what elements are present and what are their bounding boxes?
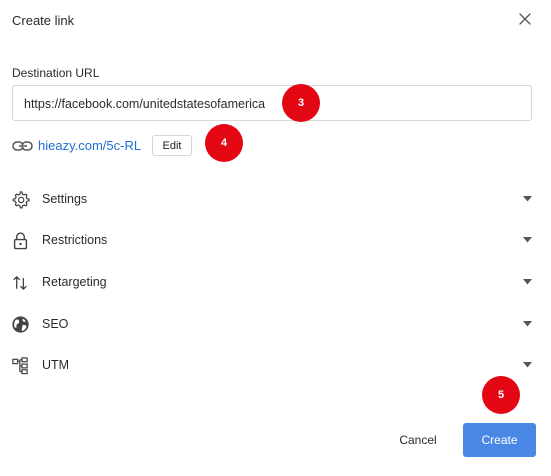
- arrows-up-down-icon: [13, 276, 27, 290]
- section-label-utm: UTM: [42, 358, 70, 372]
- section-label-settings: Settings: [42, 192, 88, 206]
- section-retargeting[interactable]: Retargeting: [0, 262, 551, 302]
- cancel-button[interactable]: Cancel: [388, 424, 448, 456]
- step-marker-4: 4: [205, 124, 243, 162]
- lock-icon: [13, 232, 28, 250]
- chevron-down-icon: [523, 196, 532, 202]
- short-link[interactable]: hieazy.com/5c-RL: [38, 138, 141, 153]
- gear-icon: [12, 191, 30, 209]
- section-label-restrictions: Restrictions: [42, 233, 108, 247]
- section-seo[interactable]: SEO: [0, 304, 551, 344]
- link-icon: [12, 141, 33, 151]
- section-restrictions[interactable]: Restrictions: [0, 220, 551, 260]
- section-settings[interactable]: Settings: [0, 179, 551, 219]
- create-button[interactable]: Create: [463, 423, 536, 457]
- destination-url-input[interactable]: https://facebook.com/unitedstatesofameri…: [12, 85, 532, 121]
- section-label-seo: SEO: [42, 317, 69, 331]
- destination-url-label: Destination URL: [12, 66, 100, 80]
- destination-url-value: https://facebook.com/unitedstatesofameri…: [24, 97, 266, 111]
- dialog-title: Create link: [12, 13, 75, 28]
- section-label-retargeting: Retargeting: [42, 275, 107, 289]
- globe-icon: [12, 316, 29, 333]
- tree-structure-icon: [12, 357, 28, 375]
- close-icon[interactable]: [517, 11, 533, 27]
- chevron-down-icon: [523, 237, 532, 243]
- step-marker-5: 5: [482, 376, 520, 414]
- edit-short-link-button[interactable]: Edit: [152, 135, 192, 156]
- chevron-down-icon: [523, 362, 532, 368]
- chevron-down-icon: [523, 321, 532, 327]
- step-marker-3: 3: [282, 84, 320, 122]
- chevron-down-icon: [523, 279, 532, 285]
- section-utm[interactable]: UTM: [0, 345, 551, 385]
